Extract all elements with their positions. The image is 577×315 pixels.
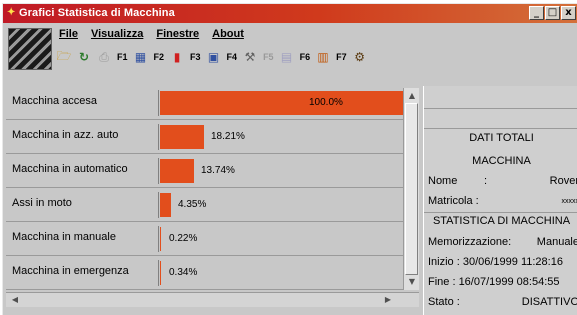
dati-totali-heading: DATI TOTALI xyxy=(469,132,534,144)
chart-icon[interactable]: ▦ xyxy=(132,48,150,66)
folder-icon[interactable]: 🗁 xyxy=(55,48,73,66)
inizio-row: Inizio : 30/06/1999 11:28:16 xyxy=(428,256,563,268)
menu-finestre[interactable]: Finestre xyxy=(156,28,199,44)
stat-value: 0.34% xyxy=(169,267,198,278)
maximize-button[interactable]: □ xyxy=(545,6,560,20)
stat-label: Macchina in azz. auto xyxy=(12,129,119,141)
menu-visualizza[interactable]: Visualizza xyxy=(91,28,143,44)
stat-row: Macchina in azz. auto 18.21% xyxy=(6,120,404,154)
window-controls: _ □ x xyxy=(529,6,576,20)
stat-bar-track: 100.0% xyxy=(158,90,404,116)
f4-key: F4 xyxy=(226,52,238,62)
close-button[interactable]: x xyxy=(561,6,576,20)
monitor-icon[interactable]: ▣ xyxy=(205,48,223,66)
menu-file[interactable]: File xyxy=(59,28,78,44)
nome-separator: : xyxy=(484,175,488,187)
stat-row: Macchina in manuale 0.22% xyxy=(6,222,404,256)
menu-about[interactable]: About xyxy=(212,28,244,44)
scroll-up-icon[interactable]: ▲ xyxy=(405,89,419,103)
refresh-icon[interactable]: ↻ xyxy=(75,48,93,66)
stat-bar xyxy=(160,227,161,251)
app-window: ✦ Grafici Statistica di Macchina _ □ x F… xyxy=(2,3,577,315)
toolbar: 🗁 ↻ ⎙ F1 ▦ F2 ▮ F3 ▣ F4 ⚒ F5 ▤ F6 ▥ F7 ⚙ xyxy=(55,46,369,68)
alert-icon[interactable]: ▮ xyxy=(168,48,186,66)
f7-key: F7 xyxy=(336,52,347,62)
row-divider xyxy=(6,289,404,290)
stat-row: Macchina in automatico 13.74% xyxy=(6,154,404,188)
f6-key: F6 xyxy=(299,52,311,62)
divider xyxy=(424,128,577,129)
statistica-heading: STATISTICA DI MACCHINA xyxy=(432,215,571,227)
nome-label: Nome xyxy=(428,175,458,187)
stat-value: 100.0% xyxy=(309,97,343,108)
f3-key: F3 xyxy=(190,52,201,62)
stat-label: Macchina in manuale xyxy=(12,231,116,243)
f2-key: F2 xyxy=(153,52,165,62)
exit-icon[interactable]: ⚙ xyxy=(351,48,369,66)
stat-bar-track: 0.22% xyxy=(158,226,404,252)
stat-row: Macchina in emergenza 0.34% xyxy=(6,256,404,290)
scroll-right-icon[interactable]: ▶ xyxy=(381,293,395,307)
stat-label: Macchina in automatico xyxy=(12,163,128,175)
print-icon[interactable]: ⎙ xyxy=(95,48,113,66)
app-logo xyxy=(8,28,52,70)
memorizzazione-value: Manuale xyxy=(536,236,577,248)
vertical-scroll-thumb[interactable] xyxy=(405,103,418,275)
stat-label: Macchina in emergenza xyxy=(12,265,129,277)
stat-bar xyxy=(160,91,404,115)
vertical-scrollbar[interactable]: ▲ ▼ xyxy=(403,88,419,290)
fine-row: Fine : 16/07/1999 08:54:55 xyxy=(428,276,560,288)
stat-bar-track: 13.74% xyxy=(158,158,404,184)
stat-label: Assi in moto xyxy=(12,197,72,209)
bar-chart-icon[interactable]: ▥ xyxy=(314,48,332,66)
stato-value: DISATTIVO xyxy=(521,296,577,308)
f5-key: F5 xyxy=(263,52,274,62)
stat-bar xyxy=(160,261,161,285)
minimize-button[interactable]: _ xyxy=(529,6,544,20)
stat-bar xyxy=(160,159,194,183)
info-panel: DATI TOTALI MACCHINA Nome : Rover Matric… xyxy=(423,86,577,315)
stat-bar xyxy=(160,125,204,149)
stat-row: Macchina accesa 100.0% xyxy=(6,86,404,120)
horizontal-scrollbar[interactable]: ◀ ▶ xyxy=(6,292,419,307)
scroll-down-icon[interactable]: ▼ xyxy=(405,275,419,289)
app-icon: ✦ xyxy=(7,7,16,18)
stat-bar-track: 0.34% xyxy=(158,260,404,286)
stat-value: 18.21% xyxy=(211,131,245,142)
stat-label: Macchina accesa xyxy=(12,95,97,107)
nome-value: Rover xyxy=(549,175,577,187)
memorizzazione-label: Memorizzazione: xyxy=(428,236,512,248)
stat-value: 13.74% xyxy=(201,165,235,176)
stat-bar-track: 18.21% xyxy=(158,124,404,150)
divider xyxy=(424,108,577,109)
window-title: Grafici Statistica di Macchina xyxy=(19,7,175,19)
stat-bar xyxy=(160,193,171,217)
title-bar[interactable]: ✦ Grafici Statistica di Macchina _ □ x xyxy=(3,4,577,23)
matricola-label: Matricola : xyxy=(428,195,479,207)
menu-bar: File Visualizza Finestre About xyxy=(59,28,244,44)
matricola-value: xxxxx xyxy=(561,198,577,205)
calendar-icon[interactable]: ▤ xyxy=(278,48,296,66)
stat-row: Assi in moto 4.35% xyxy=(6,188,404,222)
stat-value: 0.22% xyxy=(169,233,198,244)
stats-panel: Macchina accesa 100.0% Macchina in azz. au… xyxy=(6,86,404,290)
stat-value: 4.35% xyxy=(178,199,207,210)
macchina-heading: MACCHINA xyxy=(472,155,531,167)
scroll-left-icon[interactable]: ◀ xyxy=(8,293,22,307)
stato-label: Stato : xyxy=(428,296,460,308)
stat-bar-track: 4.35% xyxy=(158,192,404,218)
tools-icon[interactable]: ⚒ xyxy=(241,48,259,66)
f1-key: F1 xyxy=(117,52,128,62)
divider xyxy=(424,212,577,213)
